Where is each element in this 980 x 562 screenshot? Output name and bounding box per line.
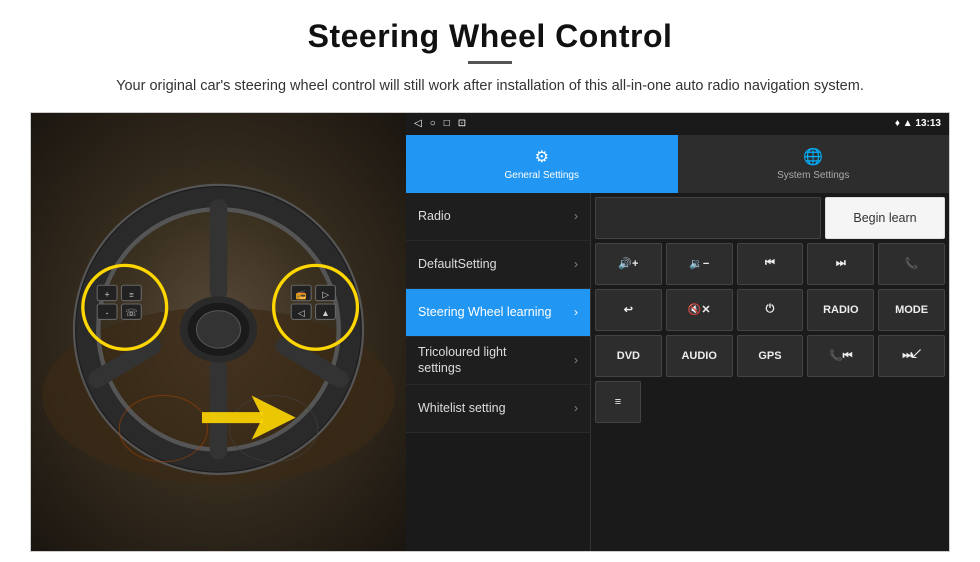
phone-icon: 📞 (905, 257, 919, 270)
skip-next-icon: ⏭↙ (902, 349, 921, 362)
next-icon: ⏭ (836, 257, 846, 270)
menu-radio-label: Radio (418, 208, 451, 224)
tab-system[interactable]: 🌐 System Settings (678, 135, 950, 193)
title-divider (468, 61, 512, 64)
menu-list-icon: ≡ (615, 396, 621, 408)
page-title: Steering Wheel Control (308, 18, 673, 55)
audio-label: AUDIO (681, 350, 716, 362)
menu-item-tricoloured[interactable]: Tricoloured lightsettings › (406, 337, 590, 385)
menu-item-steering[interactable]: Steering Wheel learning › (406, 289, 590, 337)
prev-icon: ⏮ (765, 257, 775, 270)
steering-wheel-svg: + - ≡ ☏ 📻 ◁ ▷ ▲ (31, 113, 406, 551)
menu-item-whitelist[interactable]: Whitelist setting › (406, 385, 590, 433)
status-time: ♦ ▲ 13:13 (895, 118, 941, 129)
begin-learn-button[interactable]: Begin learn (825, 197, 945, 239)
menu-item-default[interactable]: DefaultSetting › (406, 241, 590, 289)
phone-button[interactable]: 📞 (878, 243, 945, 285)
vol-up-button[interactable]: 🔊+ (595, 243, 662, 285)
main-content: Radio › DefaultSetting › Steering Wheel … (406, 193, 949, 551)
settings-gear-icon: ⚙ (535, 147, 549, 167)
mute-icon: 🔇✕ (688, 303, 711, 316)
controls-panel: Begin learn 🔊+ 🔉− ⏮ (591, 193, 949, 551)
photo-bg: + - ≡ ☏ 📻 ◁ ▷ ▲ (31, 113, 406, 551)
page-wrapper: Steering Wheel Control Your original car… (0, 0, 980, 562)
next-track-button[interactable]: ⏭ (807, 243, 874, 285)
hangup-icon: ↩ (624, 303, 633, 316)
recent-icon: □ (444, 118, 450, 129)
menu-item-radio[interactable]: Radio › (406, 193, 590, 241)
prev-track-button[interactable]: ⏮ (737, 243, 804, 285)
chevron-icon: › (574, 209, 578, 223)
signal-icon: ♦ ▲ (895, 118, 916, 129)
back-icon: ◁ (414, 118, 422, 129)
menu-whitelist-label: Whitelist setting (418, 400, 506, 416)
ctrl-row-4: ≡ (595, 381, 945, 423)
svg-text:+: + (105, 289, 110, 299)
ctrl-row-2: ↩ 🔇✕ ⏻ RADIO MODE (595, 289, 945, 331)
photo-panel: + - ≡ ☏ 📻 ◁ ▷ ▲ (31, 113, 406, 551)
skip-next-button[interactable]: ⏭↙ (878, 335, 945, 377)
vol-up-icon: 🔊+ (618, 257, 638, 270)
menu-icon-button[interactable]: ≡ (595, 381, 641, 423)
phone-prev-button[interactable]: 📞⏮ (807, 335, 874, 377)
begin-learn-row: Begin learn (595, 197, 945, 239)
system-icon: 🌐 (803, 147, 823, 167)
dvd-button[interactable]: DVD (595, 335, 662, 377)
chevron-icon: › (574, 353, 578, 367)
ui-panel: ◁ ○ □ ⊡ ♦ ▲ 13:13 ⚙ General Settings 🌐 (406, 113, 949, 551)
vol-down-button[interactable]: 🔉− (666, 243, 733, 285)
svg-text:☏: ☏ (125, 308, 137, 319)
tab-general-label: General Settings (505, 170, 580, 181)
svg-text:≡: ≡ (129, 290, 134, 299)
mode-button[interactable]: MODE (878, 289, 945, 331)
page-subtitle: Your original car's steering wheel contr… (116, 76, 864, 98)
chevron-icon: › (574, 305, 578, 319)
gps-label: GPS (758, 350, 781, 362)
svg-text:▷: ▷ (322, 289, 329, 299)
svg-text:-: - (106, 308, 109, 318)
status-icons-left: ◁ ○ □ ⊡ (414, 118, 466, 129)
mode-label: MODE (895, 304, 928, 316)
audio-button[interactable]: AUDIO (666, 335, 733, 377)
apps-icon: ⊡ (458, 118, 466, 129)
clock: 13:13 (915, 118, 941, 129)
radio-label: RADIO (823, 304, 858, 316)
top-tabs: ⚙ General Settings 🌐 System Settings (406, 135, 949, 193)
chevron-icon: › (574, 401, 578, 415)
ctrl-row-1: 🔊+ 🔉− ⏮ ⏭ 📞 (595, 243, 945, 285)
gps-button[interactable]: GPS (737, 335, 804, 377)
vol-down-icon: 🔉− (689, 257, 709, 270)
tab-general[interactable]: ⚙ General Settings (406, 135, 678, 193)
mute-button[interactable]: 🔇✕ (666, 289, 733, 331)
learn-spacer (595, 197, 821, 239)
menu-list: Radio › DefaultSetting › Steering Wheel … (406, 193, 591, 551)
chevron-icon: › (574, 257, 578, 271)
home-icon: ○ (430, 118, 436, 129)
svg-text:▲: ▲ (321, 308, 330, 318)
hang-up-button[interactable]: ↩ (595, 289, 662, 331)
menu-default-label: DefaultSetting (418, 256, 497, 272)
content-area: + - ≡ ☏ 📻 ◁ ▷ ▲ (30, 112, 950, 552)
power-button[interactable]: ⏻ (737, 289, 804, 331)
tab-system-label: System Settings (777, 170, 849, 181)
dvd-label: DVD (617, 350, 640, 362)
status-bar: ◁ ○ □ ⊡ ♦ ▲ 13:13 (406, 113, 949, 135)
radio-button[interactable]: RADIO (807, 289, 874, 331)
menu-steering-label: Steering Wheel learning (418, 304, 551, 320)
svg-text:◁: ◁ (298, 308, 305, 318)
power-icon: ⏻ (766, 303, 775, 316)
ctrl-row-3: DVD AUDIO GPS 📞⏮ ⏭↙ (595, 335, 945, 377)
menu-tricoloured-label: Tricoloured lightsettings (418, 344, 506, 377)
svg-text:📻: 📻 (296, 289, 307, 299)
phone-prev-icon: 📞⏮ (829, 349, 853, 363)
